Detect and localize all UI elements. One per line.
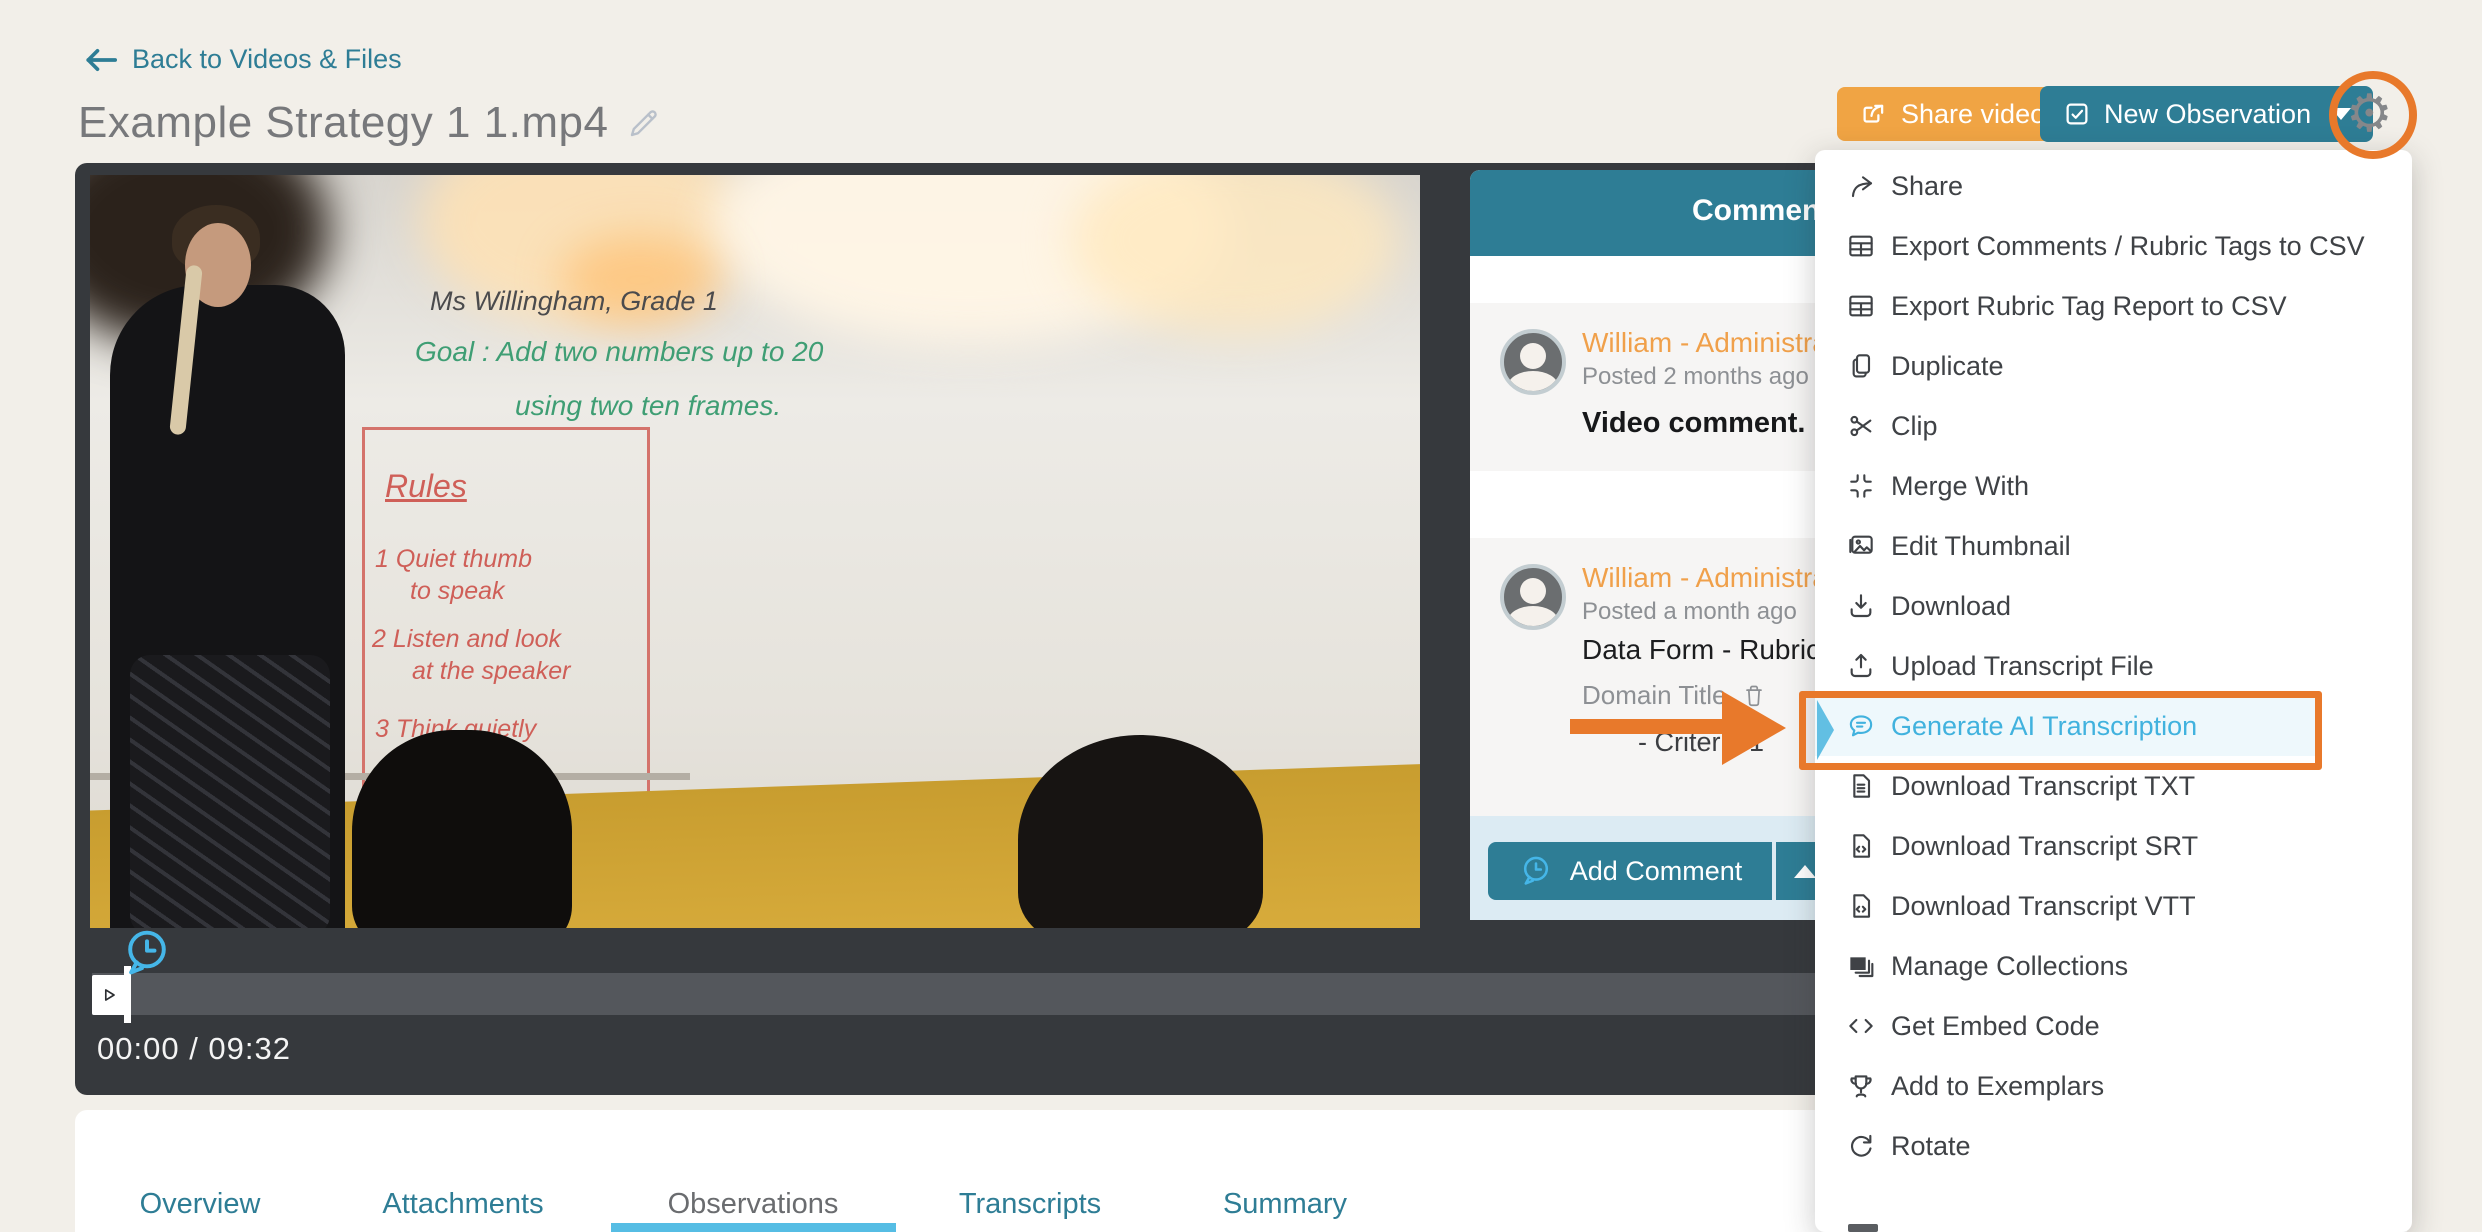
menu-item-label: Rotate bbox=[1891, 1131, 1971, 1162]
share-video-label: Share video bbox=[1901, 99, 2045, 130]
rotate-icon bbox=[1845, 1130, 1877, 1162]
board-rule-1: 1 Quiet thumb bbox=[375, 543, 532, 577]
menu-item-add-to-exemplars[interactable]: Add to Exemplars bbox=[1815, 1056, 2412, 1116]
file-code-icon bbox=[1845, 830, 1877, 862]
menu-item-label: Share bbox=[1891, 171, 1963, 202]
menu-item-upload-transcript-file[interactable]: Upload Transcript File bbox=[1815, 636, 2412, 696]
play-icon bbox=[98, 984, 120, 1006]
back-link-label: Back to Videos & Files bbox=[132, 44, 402, 75]
code-icon bbox=[1845, 1010, 1877, 1042]
menu-item-label: Edit Thumbnail bbox=[1891, 531, 2071, 562]
menu-item-label: Manage Collections bbox=[1891, 951, 2128, 982]
table-icon bbox=[1845, 290, 1877, 322]
board-rules-title: Rules bbox=[385, 465, 467, 508]
menu-item-duplicate[interactable]: Duplicate bbox=[1815, 336, 2412, 396]
board-rule-2b: at the speaker bbox=[412, 655, 570, 689]
scene-student-head bbox=[352, 730, 572, 928]
menu-item-export-rubric-tag-report-to-csv[interactable]: Export Rubric Tag Report to CSV bbox=[1815, 276, 2412, 336]
download-icon bbox=[1845, 590, 1877, 622]
add-comment-label: Add Comment bbox=[1570, 856, 1743, 887]
menu-item-manage-collections[interactable]: Manage Collections bbox=[1815, 936, 2412, 996]
add-comment-button[interactable]: Add Comment bbox=[1488, 842, 1772, 900]
tab-transcripts[interactable]: Transcripts bbox=[959, 1188, 1101, 1221]
menu-item-download-transcript-vtt[interactable]: Download Transcript VTT bbox=[1815, 876, 2412, 936]
menu-item-rotate[interactable]: Rotate bbox=[1815, 1116, 2412, 1176]
time-display: 00:00 / 09:32 bbox=[97, 1031, 291, 1067]
board-goal-2: using two ten frames. bbox=[515, 387, 781, 425]
page-title: Example Strategy 1 1.mp4 bbox=[78, 98, 608, 148]
back-arrow-icon bbox=[84, 47, 118, 73]
table-icon bbox=[1845, 230, 1877, 262]
board-rule-1b: to speak bbox=[410, 575, 505, 609]
share-icon bbox=[1845, 170, 1877, 202]
menu-item-download[interactable]: Download bbox=[1815, 576, 2412, 636]
copy-icon bbox=[1845, 350, 1877, 382]
menu-item-label: Add to Exemplars bbox=[1891, 1071, 2104, 1102]
menu-item-label: Download Transcript VTT bbox=[1891, 891, 2196, 922]
menu-item-export-comments-rubric-tags-to-csv[interactable]: Export Comments / Rubric Tags to CSV bbox=[1815, 216, 2412, 276]
board-goal-1: Goal : Add two numbers up to 20 bbox=[415, 333, 823, 371]
menu-item-get-embed-code[interactable]: Get Embed Code bbox=[1815, 996, 2412, 1056]
menu-item-partial bbox=[1848, 1224, 1878, 1232]
menu-item-label: Export Comments / Rubric Tags to CSV bbox=[1891, 231, 2365, 262]
menu-item-label: Merge With bbox=[1891, 471, 2029, 502]
checkbox-icon bbox=[2062, 99, 2092, 129]
avatar bbox=[1500, 564, 1566, 630]
tab-summary[interactable]: Summary bbox=[1223, 1188, 1347, 1221]
menu-item-share[interactable]: Share bbox=[1815, 156, 2412, 216]
menu-item-edit-thumbnail[interactable]: Edit Thumbnail bbox=[1815, 516, 2412, 576]
menu-item-label: Get Embed Code bbox=[1891, 1011, 2100, 1042]
menu-item-label: Export Rubric Tag Report to CSV bbox=[1891, 291, 2287, 322]
menu-item-merge-with[interactable]: Merge With bbox=[1815, 456, 2412, 516]
comment-bubble-clock-icon bbox=[1518, 853, 1554, 889]
menu-item-download-transcript-srt[interactable]: Download Transcript SRT bbox=[1815, 816, 2412, 876]
merge-icon bbox=[1845, 470, 1877, 502]
scissors-icon bbox=[1845, 410, 1877, 442]
tab-attachments[interactable]: Attachments bbox=[382, 1188, 543, 1221]
new-observation-button[interactable]: New Observation bbox=[2040, 86, 2373, 142]
tab-observations[interactable]: Observations bbox=[668, 1188, 839, 1221]
menu-item-label: Download bbox=[1891, 591, 2011, 622]
scene-teacher-pants bbox=[130, 655, 330, 928]
new-observation-label: New Observation bbox=[2104, 99, 2311, 130]
board-rule-2: 2 Listen and look bbox=[372, 623, 561, 657]
scene-student-head bbox=[1018, 735, 1263, 928]
tab-overview[interactable]: Overview bbox=[140, 1188, 261, 1221]
page: Back to Videos & Files Example Strategy … bbox=[0, 0, 2482, 1232]
file-code-icon bbox=[1845, 890, 1877, 922]
menu-item-label: Duplicate bbox=[1891, 351, 2004, 382]
annotation-arrow-head bbox=[1722, 691, 1786, 765]
collections-icon bbox=[1845, 950, 1877, 982]
back-link[interactable]: Back to Videos & Files bbox=[84, 44, 402, 75]
edit-title-pencil-icon[interactable] bbox=[626, 105, 662, 141]
board-line-1: Ms Willingham, Grade 1 bbox=[430, 283, 718, 319]
file-text-icon bbox=[1845, 770, 1877, 802]
menu-item-label: Clip bbox=[1891, 411, 1938, 442]
image-icon bbox=[1845, 530, 1877, 562]
comment-domain-title: Domain Title bbox=[1582, 680, 1727, 711]
menu-item-label: Upload Transcript File bbox=[1891, 651, 2154, 682]
avatar bbox=[1500, 329, 1566, 395]
menu-item-label: Download Transcript SRT bbox=[1891, 831, 2198, 862]
chevron-up-icon bbox=[1794, 865, 1816, 878]
menu-item-clip[interactable]: Clip bbox=[1815, 396, 2412, 456]
annotation-arrow bbox=[1570, 719, 1725, 734]
annotation-gear-circle bbox=[2329, 71, 2417, 159]
upload-icon bbox=[1845, 650, 1877, 682]
trophy-icon bbox=[1845, 1070, 1877, 1102]
video-frame[interactable]: Ms Willingham, Grade 1 Goal : Add two nu… bbox=[90, 175, 1420, 928]
active-tab-underline bbox=[611, 1223, 896, 1232]
share-video-button[interactable]: Share video bbox=[1837, 87, 2067, 141]
menu-item-label: Download Transcript TXT bbox=[1891, 771, 2195, 802]
comment-marker-icon[interactable] bbox=[119, 925, 175, 981]
share-video-icon bbox=[1859, 99, 1889, 129]
annotation-highlight-box bbox=[1799, 691, 2322, 770]
